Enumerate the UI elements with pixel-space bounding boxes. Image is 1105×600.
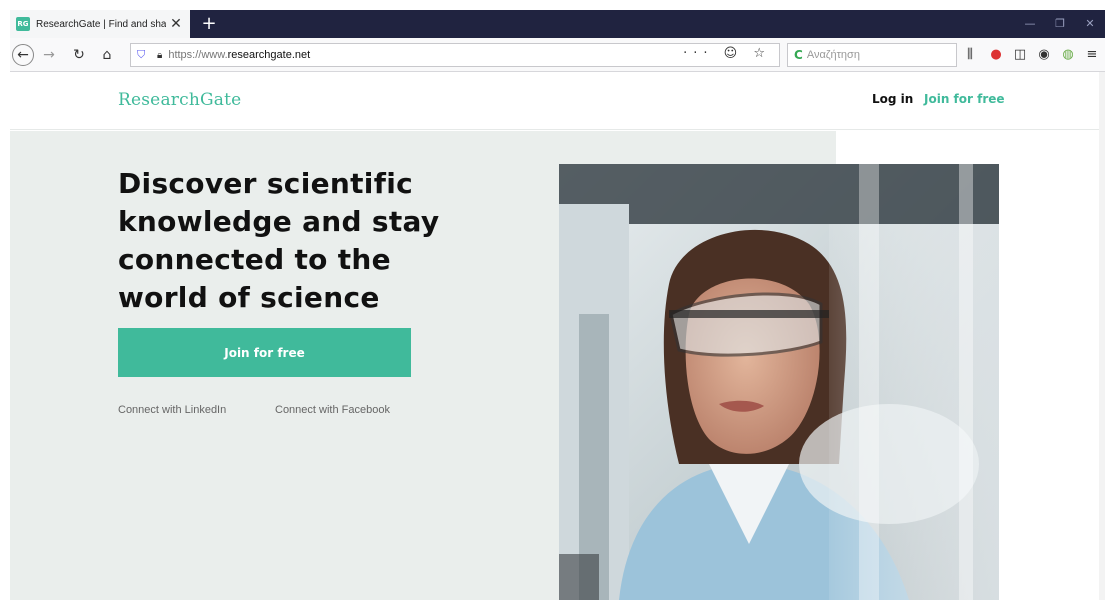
- page-actions-icon[interactable]: ··· ☺ ☆: [683, 46, 771, 61]
- tab-title: ResearchGate | Find and share: [36, 18, 166, 30]
- tab-strip: RG ResearchGate | Find and share ✕ + — ❐…: [10, 10, 1105, 38]
- close-window-icon[interactable]: ✕: [1075, 10, 1105, 38]
- forward-arrow-icon[interactable]: →: [38, 44, 60, 66]
- url-bar[interactable]: ⛉ 🔒︎ https://www.researchgate.net ··· ☺ …: [130, 43, 780, 67]
- hero-title: Discover scientific knowledge and stay c…: [118, 167, 440, 314]
- reload-icon[interactable]: ↻: [68, 44, 90, 66]
- search-bar[interactable]: C Αναζήτηση: [787, 43, 957, 67]
- back-arrow-icon[interactable]: ←: [12, 44, 34, 66]
- join-link[interactable]: Join for free: [924, 92, 1005, 106]
- scientist-illustration: [559, 164, 999, 600]
- navigation-toolbar: ← → ↻ ⌂ ⛉ 🔒︎ https://www.researchgate.ne…: [10, 38, 1105, 72]
- search-engine-icon: C: [794, 48, 803, 62]
- new-tab-button[interactable]: +: [198, 12, 220, 36]
- menu-icon[interactable]: ≡: [1082, 46, 1102, 64]
- home-icon[interactable]: ⌂: [96, 44, 118, 66]
- url-text: https://www.researchgate.net: [168, 49, 311, 61]
- close-tab-icon[interactable]: ✕: [168, 16, 184, 32]
- maximize-icon[interactable]: ❐: [1045, 10, 1075, 38]
- browser-window: RG ResearchGate | Find and share ✕ + — ❐…: [0, 0, 1105, 600]
- login-link[interactable]: Log in: [872, 92, 913, 106]
- connect-facebook-link[interactable]: Connect with Facebook: [275, 404, 390, 416]
- hero-scientist-photo: [559, 164, 999, 600]
- minimize-icon[interactable]: —: [1015, 10, 1045, 38]
- extension-icon[interactable]: ◍: [1058, 46, 1078, 64]
- tab-researchgate[interactable]: RG ResearchGate | Find and share ✕: [10, 10, 190, 38]
- join-for-free-button[interactable]: Join for free: [118, 328, 411, 377]
- lock-icon[interactable]: 🔒︎: [157, 50, 162, 61]
- tracking-shield-icon[interactable]: ⛉: [137, 49, 147, 61]
- account-icon[interactable]: ◉: [1034, 46, 1054, 64]
- library-icon[interactable]: ⫼: [960, 46, 980, 64]
- search-placeholder: Αναζήτηση: [806, 49, 860, 61]
- page-scrollbar[interactable]: [1099, 72, 1105, 600]
- sidebar-icon[interactable]: ◫: [1010, 46, 1030, 64]
- site-header: ResearchGate Log in Join for free: [10, 72, 1105, 130]
- researchgate-favicon-icon: RG: [16, 17, 30, 31]
- connect-linkedin-link[interactable]: Connect with LinkedIn: [118, 404, 226, 416]
- extension-badge-icon[interactable]: ●: [986, 46, 1006, 64]
- brand-logo[interactable]: ResearchGate: [118, 90, 241, 110]
